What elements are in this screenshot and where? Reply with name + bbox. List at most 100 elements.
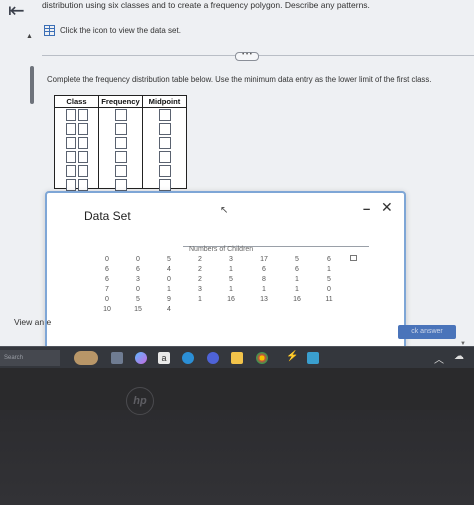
midpoint-header: Midpoint	[143, 96, 186, 108]
midpoint-input[interactable]	[158, 137, 171, 149]
tray-chevron-icon[interactable]: ︿	[434, 351, 444, 366]
data-cell: 2	[198, 276, 202, 283]
cloud-icon[interactable]: ☁	[454, 351, 464, 362]
class-lower-input[interactable]	[65, 109, 76, 121]
data-cell: 6	[136, 266, 140, 273]
class-lower-input[interactable]	[65, 123, 76, 135]
class-lower-input[interactable]	[65, 151, 76, 163]
frequency-input[interactable]	[114, 151, 127, 163]
data-grid: 0 0 5 2 3 17 5 6 6 6 4 2 1 6 6 1 6 3 0 2 5 8 1 5 7 0 1 3 1 1 1 0 0 5 9 1 16 1…	[95, 255, 355, 315]
data-cell: 6	[262, 266, 266, 273]
taskbar-search-input[interactable]: Search	[0, 350, 60, 366]
teams-icon[interactable]	[207, 352, 219, 364]
task-view-icon[interactable]	[111, 352, 123, 364]
close-button[interactable]: ✕	[381, 199, 393, 216]
midpoint-input[interactable]	[158, 109, 171, 121]
class-lower-input[interactable]	[65, 165, 76, 177]
data-cell: 11	[325, 296, 333, 303]
data-cell: 0	[327, 286, 331, 293]
data-cell: 10	[103, 306, 111, 313]
midpoint-input[interactable]	[158, 165, 171, 177]
frequency-column: Frequency	[99, 96, 143, 191]
minimize-button[interactable]: –	[363, 201, 370, 216]
data-link-label[interactable]: Click the icon to view the data set.	[60, 26, 181, 35]
data-cell: 2	[198, 256, 202, 263]
data-cell: 16	[227, 296, 235, 303]
taskbar: Search a ⚡ ︿ ☁	[0, 346, 474, 369]
data-cell: 4	[167, 266, 171, 273]
frequency-input[interactable]	[114, 123, 127, 135]
data-cell: 6	[105, 276, 109, 283]
laptop-keyboard-deck	[0, 410, 474, 505]
class-lower-input[interactable]	[65, 179, 76, 191]
view-data-link[interactable]: Click the icon to view the data set.	[44, 25, 181, 36]
chrome-icon[interactable]	[256, 352, 268, 364]
data-cell: 7	[105, 286, 109, 293]
app-icon[interactable]	[307, 352, 319, 364]
data-cell: 13	[260, 296, 268, 303]
scrollbar-thumb[interactable]	[30, 66, 34, 104]
dialog-title: Data Set	[84, 209, 131, 223]
data-cell: 0	[167, 276, 171, 283]
data-cell: 1	[262, 286, 266, 293]
data-set-dialog: Data Set ↖ – ✕ Numbers of Children 0 0 5 2 3…	[45, 191, 406, 346]
data-cell: 0	[136, 256, 140, 263]
weather-icon[interactable]	[74, 351, 98, 365]
question-text: distribution using six classes and to cr…	[42, 0, 370, 10]
data-cell: 1	[295, 286, 299, 293]
data-cell: 1	[295, 276, 299, 283]
frequency-input[interactable]	[114, 165, 127, 177]
data-cell: 17	[260, 256, 268, 263]
collapse-caret-icon[interactable]: ▲	[26, 33, 33, 40]
data-cell: 8	[262, 276, 266, 283]
class-upper-input[interactable]	[77, 109, 88, 121]
data-cell: 9	[167, 296, 171, 303]
data-set-table: Numbers of Children 0 0 5 2 3 17 5 6 6 6 4 2 1 6 6 1 6 3 0…	[83, 244, 369, 318]
data-cell: 5	[229, 276, 233, 283]
store-icon[interactable]: a	[158, 352, 170, 364]
mouse-cursor-icon: ↖	[220, 205, 229, 216]
instructions-text: Complete the frequency distribution tabl…	[47, 75, 432, 84]
midpoint-column: Midpoint	[143, 96, 186, 191]
class-upper-input[interactable]	[77, 151, 88, 163]
midpoint-input[interactable]	[158, 151, 171, 163]
data-cell: 4	[167, 306, 171, 313]
data-grid-icon[interactable]	[44, 25, 55, 36]
data-cell: 16	[293, 296, 301, 303]
data-cell: 3	[229, 256, 233, 263]
frequency-input[interactable]	[114, 179, 127, 191]
view-example-link[interactable]: View an e	[14, 317, 51, 327]
data-cell: 5	[327, 276, 331, 283]
midpoint-input[interactable]	[158, 179, 171, 191]
frequency-input[interactable]	[114, 137, 127, 149]
data-cell: 5	[167, 256, 171, 263]
frequency-table: Class Frequency Midpoint	[54, 95, 187, 191]
back-arrow-icon[interactable]: ⇤	[8, 0, 25, 23]
edge-icon[interactable]	[182, 352, 194, 364]
data-cell: 1	[229, 286, 233, 293]
folder-icon[interactable]	[231, 352, 243, 364]
frequency-input[interactable]	[114, 109, 127, 121]
class-upper-input[interactable]	[77, 137, 88, 149]
bolt-app-icon[interactable]: ⚡	[286, 351, 298, 362]
browser-screen: ⇤ distribution using six classes and to …	[0, 0, 474, 346]
data-cell: 3	[198, 286, 202, 293]
data-cell: 2	[198, 266, 202, 273]
class-upper-input[interactable]	[77, 123, 88, 135]
expand-more-button[interactable]: • • •	[235, 52, 259, 61]
midpoint-input[interactable]	[158, 123, 171, 135]
data-row: 7 0 1 3 1 1 1 0	[95, 285, 355, 295]
data-cell: 6	[295, 266, 299, 273]
data-row: 6 3 0 2 5 8 1 5	[95, 275, 355, 285]
data-cell: 1	[327, 266, 331, 273]
check-answer-button[interactable]: ck answer	[398, 325, 456, 339]
data-row: 10 15 4	[95, 305, 355, 315]
data-cell: 1	[198, 296, 202, 303]
class-column: Class	[55, 96, 99, 191]
data-row: 6 6 4 2 1 6 6 1	[95, 265, 355, 275]
copilot-icon[interactable]	[135, 352, 147, 364]
class-lower-input[interactable]	[65, 137, 76, 149]
data-cell: 6	[327, 256, 331, 263]
class-upper-input[interactable]	[77, 165, 88, 177]
class-upper-input[interactable]	[77, 179, 88, 191]
